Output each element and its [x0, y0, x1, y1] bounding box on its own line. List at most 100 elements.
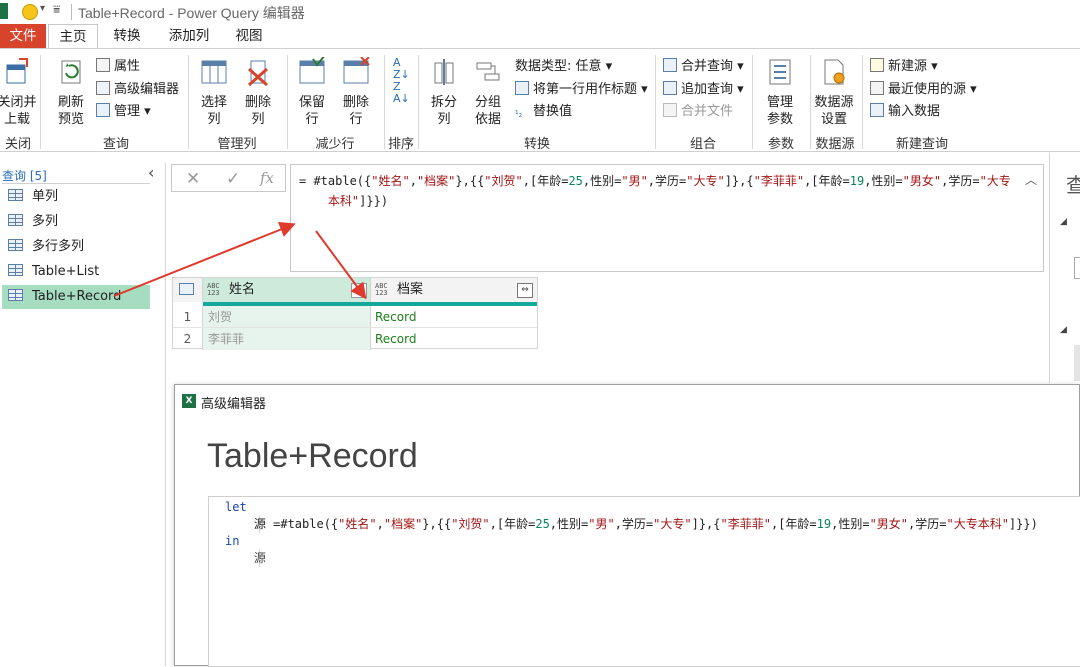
group-separator	[862, 55, 863, 149]
group-by-button[interactable]: 分组 依据	[468, 57, 508, 128]
replace-values-button[interactable]: ¹₂ 替换值	[515, 102, 572, 122]
tab-home[interactable]: 主页	[48, 24, 98, 48]
formula-token: ,[年龄=	[522, 174, 569, 188]
formula-token: "姓名"	[371, 174, 410, 188]
customize-toolbar-icon[interactable]: ⩸	[53, 2, 60, 17]
query-item-table-record[interactable]: Table+Record	[2, 285, 150, 309]
table-icon	[8, 264, 23, 276]
row-number: 2	[173, 328, 203, 350]
formula-token: "档案"	[416, 174, 456, 188]
group-label-parameters: 参数	[767, 137, 794, 152]
formula-token: ,性别=	[864, 174, 903, 188]
cell-name[interactable]: 李菲菲	[203, 328, 371, 350]
use-first-row-header-button[interactable]: 将第一行用作标题 ▾	[515, 80, 648, 100]
enter-data-button[interactable]: 输入数据	[870, 102, 940, 122]
formula-token: ,学历=	[647, 174, 687, 188]
query-settings-title: 查	[1066, 173, 1080, 197]
query-item-table-list[interactable]: Table+List	[2, 260, 150, 284]
split-column-button[interactable]: 拆分 列	[424, 57, 464, 128]
cell-name[interactable]: 刘贺	[203, 306, 371, 328]
manage-query-button[interactable]: 管理 ▾	[96, 102, 151, 122]
combine-files-button[interactable]: 合并文件	[663, 102, 733, 122]
table-icon	[8, 214, 23, 226]
recent-sources-button[interactable]: 最近使用的源 ▾	[870, 80, 977, 100]
smiley-feedback-icon[interactable]	[22, 4, 38, 20]
column-header-file[interactable]: ABC 123 档案 ⇔	[371, 278, 537, 302]
choose-columns-icon	[201, 60, 227, 84]
group-separator	[752, 55, 753, 149]
collapse-formula-icon[interactable]: ︿	[1025, 171, 1037, 188]
new-source-button[interactable]: 新建源 ▾	[870, 57, 938, 77]
data-source-settings-button[interactable]: 数据源 设置	[812, 57, 856, 128]
code-editor[interactable]: let 源 =#table({"姓名","档案"},{{"刘贺",[年龄=25,…	[208, 496, 1080, 667]
formula-token: ,	[409, 174, 417, 188]
tab-transform[interactable]: 转换	[104, 24, 150, 48]
keep-rows-button[interactable]: 保留 行	[292, 54, 332, 128]
filter-dropdown-icon[interactable]: ▾	[351, 283, 367, 298]
advanced-editor-heading: Table+Record	[207, 437, 418, 475]
properties-button[interactable]: 属性	[96, 57, 140, 77]
code-token: ,性别=	[831, 517, 870, 531]
query-item-multi-row-column[interactable]: 多行多列	[2, 235, 150, 259]
advanced-editor-title: 高级编辑器	[201, 397, 267, 412]
table-menu-corner[interactable]	[173, 278, 203, 302]
query-item-single-column[interactable]: 单列	[2, 185, 150, 209]
code-token: "档案"	[383, 517, 423, 531]
tab-view[interactable]: 视图	[226, 24, 272, 48]
remove-columns-icon	[248, 60, 268, 87]
ribbon: 关闭并 上载 关闭 刷新 预览 属性 高级编辑器 管理 ▾ 查询 选择 列 删除…	[0, 48, 1080, 152]
formula-token: 25	[568, 174, 583, 188]
formula-token: "李菲菲"	[753, 174, 805, 188]
data-type-dropdown[interactable]: 数据类型: 任意 ▾	[515, 57, 612, 77]
column-header-name[interactable]: ABC 123 姓名 ▾	[203, 278, 371, 302]
name-input[interactable]	[1074, 257, 1080, 279]
tab-file[interactable]: 文件	[0, 24, 46, 48]
remove-columns-button[interactable]: 删除 列	[238, 57, 278, 128]
append-queries-button[interactable]: 追加查询 ▾	[663, 80, 744, 100]
formula-token: "刘贺"	[484, 174, 523, 188]
refresh-preview-button[interactable]: 刷新 预览	[48, 57, 94, 128]
query-settings-pane: 查 ◢ ◢	[1049, 153, 1080, 383]
applied-step[interactable]	[1074, 345, 1080, 381]
data-grid: ABC 123 姓名 ▾ ABC 123 档案 ⇔ 1 刘贺 Record 2 李菲…	[172, 277, 538, 350]
divider	[2, 183, 150, 184]
remove-rows-button[interactable]: 删除 行	[336, 56, 376, 128]
sort-descending-icon[interactable]: Z A↓	[393, 81, 410, 105]
group-label-reduce-rows: 减少行	[315, 137, 355, 152]
close-and-load-button[interactable]: 关闭并 上载	[0, 57, 40, 128]
choose-columns-button[interactable]: 选择 列	[194, 57, 234, 128]
collapse-pane-icon[interactable]: ‹	[148, 163, 154, 182]
collapse-properties-icon[interactable]: ◢	[1060, 217, 1067, 227]
formula-controls: ✕ ✓ fx	[171, 164, 286, 192]
tab-add-column[interactable]: 添加列	[160, 24, 218, 48]
any-type-icon[interactable]: ABC 123	[207, 282, 223, 297]
any-type-icon[interactable]: ABC 123	[375, 282, 391, 297]
formula-token: ]}})	[359, 194, 389, 208]
formula-token: 19	[849, 174, 865, 188]
group-separator	[40, 55, 41, 149]
cell-record-link[interactable]: Record	[371, 306, 537, 328]
confirm-icon[interactable]: ✓	[226, 169, 240, 189]
cancel-icon[interactable]: ✕	[186, 169, 200, 189]
query-item-multi-column[interactable]: 多列	[2, 210, 150, 234]
collapse-steps-icon[interactable]: ◢	[1060, 325, 1067, 335]
expand-column-icon[interactable]: ⇔	[517, 283, 533, 298]
manage-parameters-button[interactable]: 管理 参数	[758, 57, 802, 128]
queries-header[interactable]: 查询 [5]	[2, 167, 47, 184]
group-label-query: 查询	[102, 137, 129, 152]
quick-access-dropdown-icon[interactable]: ▾	[40, 3, 45, 14]
formula-token: "大专"	[686, 174, 725, 188]
sort-ascending-icon[interactable]: A Z↓	[393, 57, 410, 81]
advanced-editor-button[interactable]: 高级编辑器	[96, 80, 179, 100]
split-column-icon	[434, 59, 454, 85]
group-label-combine: 组合	[689, 137, 716, 152]
queries-pane: 查询 [5] ‹ 单列 多列 多行多列 Table+List Table+Rec…	[0, 163, 166, 666]
formula-token: },{{	[455, 174, 485, 188]
fx-icon[interactable]: fx	[260, 169, 274, 187]
formula-bar[interactable]: = #table({"姓名","档案"},{{"刘贺",[年龄=25,性别="男…	[290, 164, 1044, 272]
merge-queries-button[interactable]: 合并查询 ▾	[663, 57, 744, 77]
formula-token: ,学历=	[941, 174, 980, 188]
code-token: ]}})	[1008, 517, 1038, 531]
cell-record-link[interactable]: Record	[371, 328, 537, 350]
code-token: "男女"	[869, 517, 909, 531]
